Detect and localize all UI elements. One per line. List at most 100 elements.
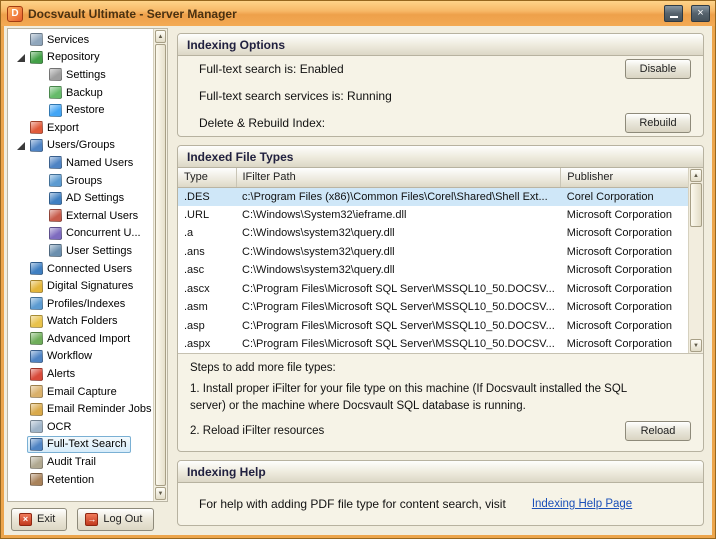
sidebar-item-label: Alerts [47,368,75,380]
logout-button-label: Log Out [103,513,142,525]
file-type-row[interactable]: .ascC:\Windows\system32\query.dllMicroso… [178,261,688,280]
tree-arrow-spacer [16,457,27,468]
logout-button[interactable]: → Log Out [77,508,154,531]
table-scrollbar[interactable]: ▲ ▼ [688,168,703,353]
minimize-button[interactable] [664,5,683,22]
sidebar-item-connected-users[interactable]: Connected Users [8,260,153,278]
sidebar-item-ad-settings[interactable]: AD Settings [8,189,153,207]
publisher-cell: Microsoft Corporation [561,280,688,299]
sidebar-item-label: Export [47,122,79,134]
sidebar-item-user-settings[interactable]: User Settings [8,242,153,260]
sidebar-item-label: Workflow [47,350,92,362]
table-scroll-thumb[interactable] [690,183,702,227]
audit-trail-icon [30,456,43,469]
sidebar-item-advanced-import[interactable]: Advanced Import [8,330,153,348]
ifilter-path-cell: C:\Windows\system32\query.dll [236,224,561,243]
backup-icon [49,86,62,99]
indexing-options-header: Indexing Options [178,34,703,56]
column-header-type[interactable]: Type [178,168,236,187]
sidebar-item-email-reminder-jobs[interactable]: Email Reminder Jobs [8,400,153,418]
sidebar-item-groups[interactable]: Groups [8,172,153,190]
workflow-icon [30,350,43,363]
file-types-table-wrap: Type IFilter Path Publisher .DESc:\Progr… [178,168,703,354]
close-button[interactable]: × [691,5,710,22]
disable-button[interactable]: Disable [625,59,691,79]
sidebar-item-digital-signatures[interactable]: Digital Signatures [8,277,153,295]
sidebar-item-backup[interactable]: Backup [8,84,153,102]
scroll-up-icon[interactable]: ▲ [155,30,166,43]
sidebar-item-restore[interactable]: Restore [8,101,153,119]
indexing-help-link[interactable]: Indexing Help Page [532,498,632,510]
file-type-row[interactable]: .ansC:\Windows\system32\query.dllMicroso… [178,243,688,262]
fulltext-search-status-label: Full-text search is: Enabled [199,62,344,76]
reload-button[interactable]: Reload [625,421,691,441]
sidebar-item-label: Email Reminder Jobs [47,403,152,415]
file-type-cell: .asp [178,317,236,336]
sidebar-item-email-capture[interactable]: Email Capture [8,383,153,401]
digital-signatures-icon [30,280,43,293]
tree-arrow-spacer [35,69,46,80]
sidebar-item-settings[interactable]: Settings [8,66,153,84]
tree-expanded-arrow-icon[interactable] [16,140,27,151]
sidebar-item-repository[interactable]: Repository [8,49,153,67]
file-type-row[interactable]: .aspxC:\Program Files\Microsoft SQL Serv… [178,335,688,354]
sidebar-item-services[interactable]: Services [8,31,153,49]
app-icon: D [7,6,23,22]
sidebar-item-external-users[interactable]: External Users [8,207,153,225]
sidebar-item-label: Users/Groups [47,139,115,151]
users-groups-icon [30,139,43,152]
sidebar-item-profiles-indexes[interactable]: Profiles/Indexes [8,295,153,313]
sidebar-item-label: Digital Signatures [47,280,133,292]
tree-arrow-spacer [16,263,27,274]
sidebar-item-ocr[interactable]: OCR [8,418,153,436]
minimize-icon [670,16,678,18]
sidebar-item-label: Named Users [66,157,133,169]
sidebar-scrollbar[interactable]: ▲ ▼ [153,29,167,501]
sidebar-item-named-users[interactable]: Named Users [8,154,153,172]
sidebar-item-full-text-search[interactable]: Full-Text Search [8,436,153,454]
sidebar-item-label: OCR [47,421,71,433]
groups-icon [49,174,62,187]
indexing-help-group: Indexing Help For help with adding PDF f… [177,460,704,526]
sidebar-item-watch-folders[interactable]: Watch Folders [8,313,153,331]
sidebar-item-workflow[interactable]: Workflow [8,348,153,366]
sidebar-item-label: Settings [66,69,106,81]
column-header-publisher[interactable]: Publisher [561,168,688,187]
file-type-cell: .DES [178,187,236,206]
tree-arrow-spacer [16,298,27,309]
tree-expanded-arrow-icon[interactable] [16,52,27,63]
file-type-row[interactable]: .asmC:\Program Files\Microsoft SQL Serve… [178,298,688,317]
sidebar-item-concurrent-u[interactable]: Concurrent U... [8,225,153,243]
tree-arrow-spacer [35,105,46,116]
sidebar-item-users-groups[interactable]: Users/Groups [8,137,153,155]
restore-icon [49,104,62,117]
scroll-down-icon[interactable]: ▼ [155,487,166,500]
repository-icon [30,51,43,64]
sidebar-item-export[interactable]: Export [8,119,153,137]
rebuild-button[interactable]: Rebuild [625,113,691,133]
table-scroll-up-icon[interactable]: ▲ [690,169,702,182]
column-header-ifilter-path[interactable]: IFilter Path [236,168,561,187]
file-type-row[interactable]: .URLC:\Windows\System32\ieframe.dllMicro… [178,206,688,225]
external-users-icon [49,209,62,222]
sidebar-item-retention[interactable]: Retention [8,471,153,489]
named-users-icon [49,156,62,169]
tree-arrow-spacer [35,87,46,98]
exit-button[interactable]: × Exit [11,508,67,531]
tree-arrow-spacer [16,34,27,45]
file-type-row[interactable]: .aC:\Windows\system32\query.dllMicrosoft… [178,224,688,243]
sidebar-item-alerts[interactable]: Alerts [8,365,153,383]
tree-arrow-spacer [35,157,46,168]
sidebar-item-label: Advanced Import [47,333,130,345]
file-type-row[interactable]: .ascxC:\Program Files\Microsoft SQL Serv… [178,280,688,299]
sidebar-scroll-thumb[interactable] [155,44,166,486]
sidebar-item-label: Audit Trail [47,456,96,468]
file-type-row[interactable]: .aspC:\Program Files\Microsoft SQL Serve… [178,317,688,336]
sidebar-item-audit-trail[interactable]: Audit Trail [8,453,153,471]
email-reminder-icon [30,403,43,416]
advanced-import-icon [30,332,43,345]
tree-arrow-spacer [16,386,27,397]
file-type-row[interactable]: .DESc:\Program Files (x86)\Common Files\… [178,187,688,206]
main-panel: Indexing Options Full-text search is: En… [170,26,712,535]
table-scroll-down-icon[interactable]: ▼ [690,339,702,352]
